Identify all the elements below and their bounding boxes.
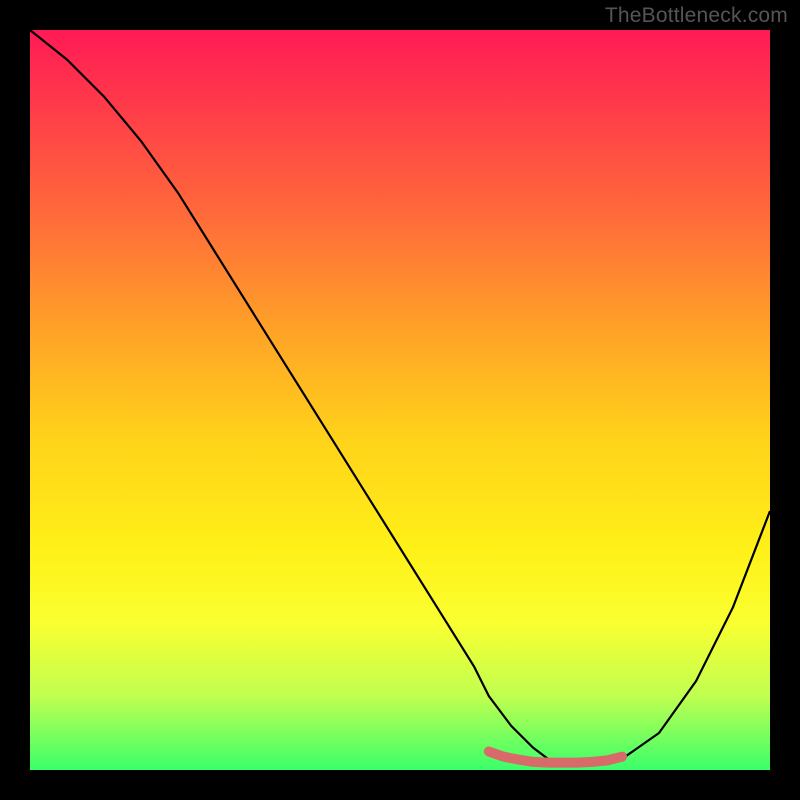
chart-svg — [30, 30, 770, 770]
main-curve-line — [30, 30, 770, 763]
highlight-curve-line — [489, 752, 622, 763]
watermark-text: TheBottleneck.com — [605, 4, 788, 28]
highlight-end-dot — [617, 752, 627, 762]
